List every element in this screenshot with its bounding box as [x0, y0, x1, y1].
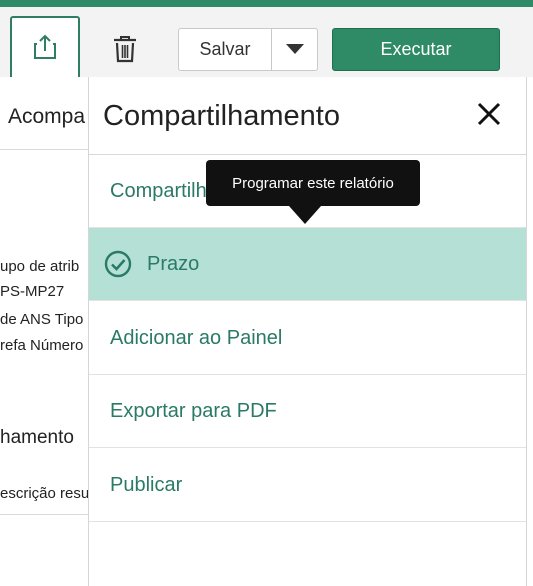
save-button[interactable]: Salvar: [179, 29, 272, 70]
tooltip-arrow: [289, 206, 321, 224]
divider: [0, 149, 90, 150]
run-button[interactable]: Executar: [332, 28, 500, 71]
share-icon: [32, 33, 58, 66]
save-dropdown-button[interactable]: [272, 29, 317, 70]
menu-item-prazo[interactable]: Prazo: [89, 228, 526, 301]
field-label: upo de atrib: [0, 258, 80, 275]
menu-item-adicionar-painel[interactable]: Adicionar ao Painel: [89, 302, 526, 375]
menu-item-label: Compartilh: [110, 179, 207, 202]
caret-down-icon: [285, 41, 304, 59]
top-accent-bar: [0, 0, 533, 7]
delete-button[interactable]: [108, 31, 142, 71]
toolbar: Salvar Executar: [0, 7, 533, 82]
report-background: Acompa upo de atrib PS-MP27 de ANS Tipo …: [0, 77, 90, 586]
panel-header: Compartilhamento: [89, 77, 526, 155]
menu-item-exportar-pdf[interactable]: Exportar para PDF: [89, 375, 526, 448]
tooltip: Programar este relatório: [206, 160, 420, 206]
field-label: refa Número: [0, 337, 84, 354]
close-button[interactable]: [472, 99, 506, 133]
check-circle-icon: [103, 249, 133, 279]
close-icon: [477, 102, 501, 131]
menu-item-label: Exportar para PDF: [110, 399, 277, 422]
field-label: PS-MP27: [0, 283, 65, 300]
section-heading: hamento: [0, 427, 74, 448]
trash-icon: [112, 34, 138, 69]
menu-item-publicar[interactable]: Publicar: [89, 449, 526, 522]
save-split-button: Salvar: [178, 28, 318, 71]
divider: [0, 514, 90, 515]
menu-item-label: Adicionar ao Painel: [110, 326, 283, 349]
sharing-panel: Compartilhamento Compartilh Prazo Adicio…: [88, 77, 527, 586]
share-button[interactable]: [10, 16, 80, 82]
panel-title: Compartilhamento: [103, 100, 340, 132]
field-label: de ANS Tipo: [0, 311, 84, 328]
menu-item-label: Prazo: [147, 252, 200, 275]
report-tab[interactable]: Acompa: [8, 105, 85, 129]
menu-item-label: Publicar: [110, 473, 183, 496]
column-header: escrição resu: [0, 485, 90, 502]
